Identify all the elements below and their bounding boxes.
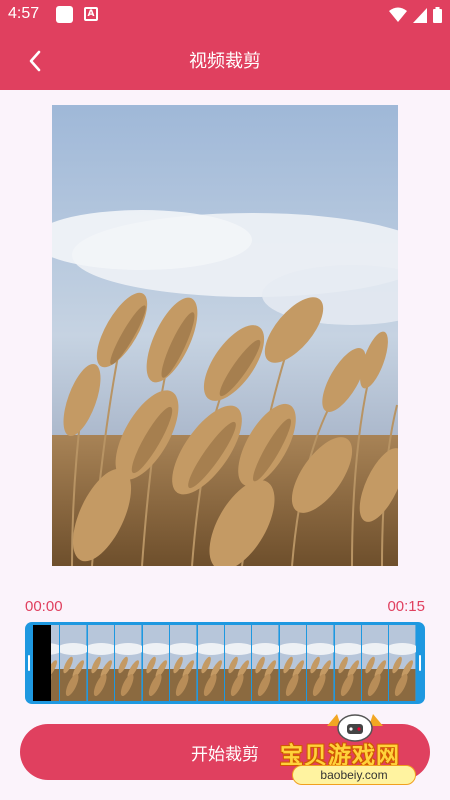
timeline-frame (279, 625, 307, 701)
reeds-scene-image (52, 105, 398, 566)
badge-icon: A (84, 7, 98, 21)
timeline-frame (142, 625, 170, 701)
timeline-frame (252, 625, 279, 701)
start-trim-label: 开始裁剪 (191, 744, 259, 765)
trim-end-time: 00:15 (387, 598, 425, 615)
status-bar: 4:57 A (0, 0, 450, 30)
grip-icon (419, 655, 421, 671)
battery-icon (433, 7, 442, 23)
notification-icon (56, 6, 73, 23)
trim-start-handle[interactable] (25, 622, 51, 704)
timeline-frame (334, 625, 362, 701)
signal-icon (413, 7, 427, 23)
start-trim-button[interactable]: 开始裁剪 (20, 724, 430, 780)
timeline-frame (197, 625, 224, 701)
page-title: 视频裁剪 (189, 51, 261, 72)
trim-timeline[interactable] (25, 622, 425, 704)
status-icons (389, 6, 442, 24)
timeline-frame (170, 625, 197, 701)
timeline-frame (389, 625, 416, 701)
timeline-frame (307, 625, 334, 701)
app-header: 视频裁剪 (0, 30, 450, 90)
timeline-frame (87, 625, 115, 701)
timeline-thumbnails (33, 625, 417, 701)
timeline-frame (115, 625, 142, 701)
trim-start-marker (33, 625, 51, 701)
video-preview[interactable] (52, 105, 398, 566)
grip-icon (28, 655, 30, 671)
status-time: 4:57 (8, 5, 40, 22)
timeline-frame (224, 625, 252, 701)
timeline-frame (362, 625, 389, 701)
trim-end-handle[interactable] (415, 622, 425, 704)
wifi-icon (389, 7, 407, 22)
timeline-frame (60, 625, 87, 701)
trim-start-time: 00:00 (25, 598, 63, 615)
